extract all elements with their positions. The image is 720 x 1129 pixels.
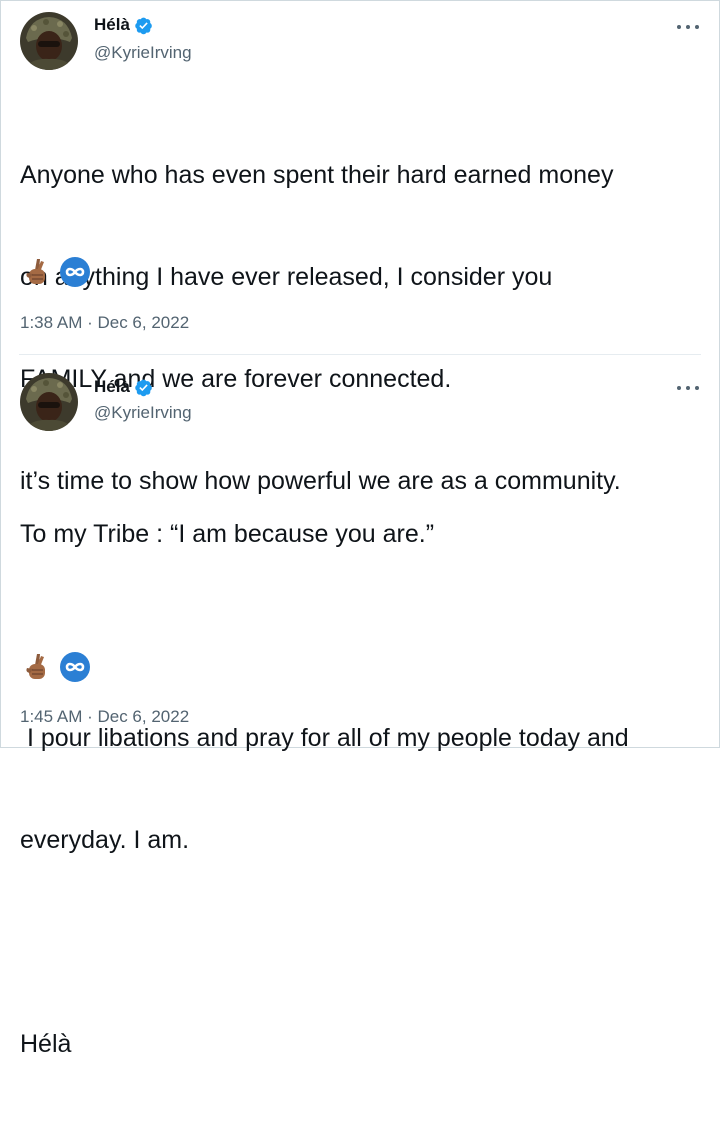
crossed-fingers-emoji bbox=[26, 259, 45, 284]
tweet-divider bbox=[19, 354, 701, 355]
tweet-timestamp[interactable]: 1:45 AM · Dec 6, 2022 bbox=[20, 707, 189, 727]
tweet-text-line: on anything I have ever released, I cons… bbox=[20, 263, 553, 291]
verified-badge-icon bbox=[135, 17, 152, 34]
tweet-text-line bbox=[20, 925, 705, 959]
author-handle[interactable]: @KyrieIrving bbox=[94, 43, 192, 63]
more-options-icon[interactable] bbox=[677, 23, 699, 31]
tweet[interactable]: Hélà @KyrieIrving To my Tribe : “I am be… bbox=[1, 356, 719, 1058]
more-options-icon[interactable] bbox=[677, 384, 699, 392]
display-name[interactable]: Hélà bbox=[94, 377, 130, 397]
tweet-thread-card: Hélà @KyrieIrving Anyone who has even sp… bbox=[0, 0, 720, 1058]
tweet-text: To my Tribe : “I am because you are.” I … bbox=[20, 449, 705, 1129]
author-name-row[interactable]: Hélà bbox=[94, 377, 153, 397]
infinity-emoji bbox=[60, 257, 90, 287]
infinity-emoji bbox=[60, 652, 90, 682]
tweet-text-line bbox=[20, 619, 705, 653]
emoji-row bbox=[21, 651, 91, 683]
avatar[interactable] bbox=[20, 373, 78, 431]
tweet-text-line: Hélà bbox=[20, 1030, 72, 1058]
verified-badge-icon bbox=[135, 379, 152, 396]
tweet[interactable]: Hélà @KyrieIrving Anyone who has even sp… bbox=[1, 1, 719, 495]
tweet-text-line: everyday. I am. bbox=[20, 826, 190, 854]
display-name[interactable]: Hélà bbox=[94, 15, 130, 35]
tweet-text-line: To my Tribe : “I am because you are.” bbox=[20, 520, 435, 548]
author-name-row[interactable]: Hélà bbox=[94, 15, 153, 35]
emoji-row bbox=[21, 256, 91, 288]
crossed-fingers-emoji bbox=[26, 654, 45, 679]
tweet-timestamp[interactable]: 1:38 AM · Dec 6, 2022 bbox=[20, 313, 189, 333]
tweet-text-line: Anyone who has even spent their hard ear… bbox=[20, 161, 614, 189]
author-handle[interactable]: @KyrieIrving bbox=[94, 403, 192, 423]
avatar[interactable] bbox=[20, 12, 78, 70]
